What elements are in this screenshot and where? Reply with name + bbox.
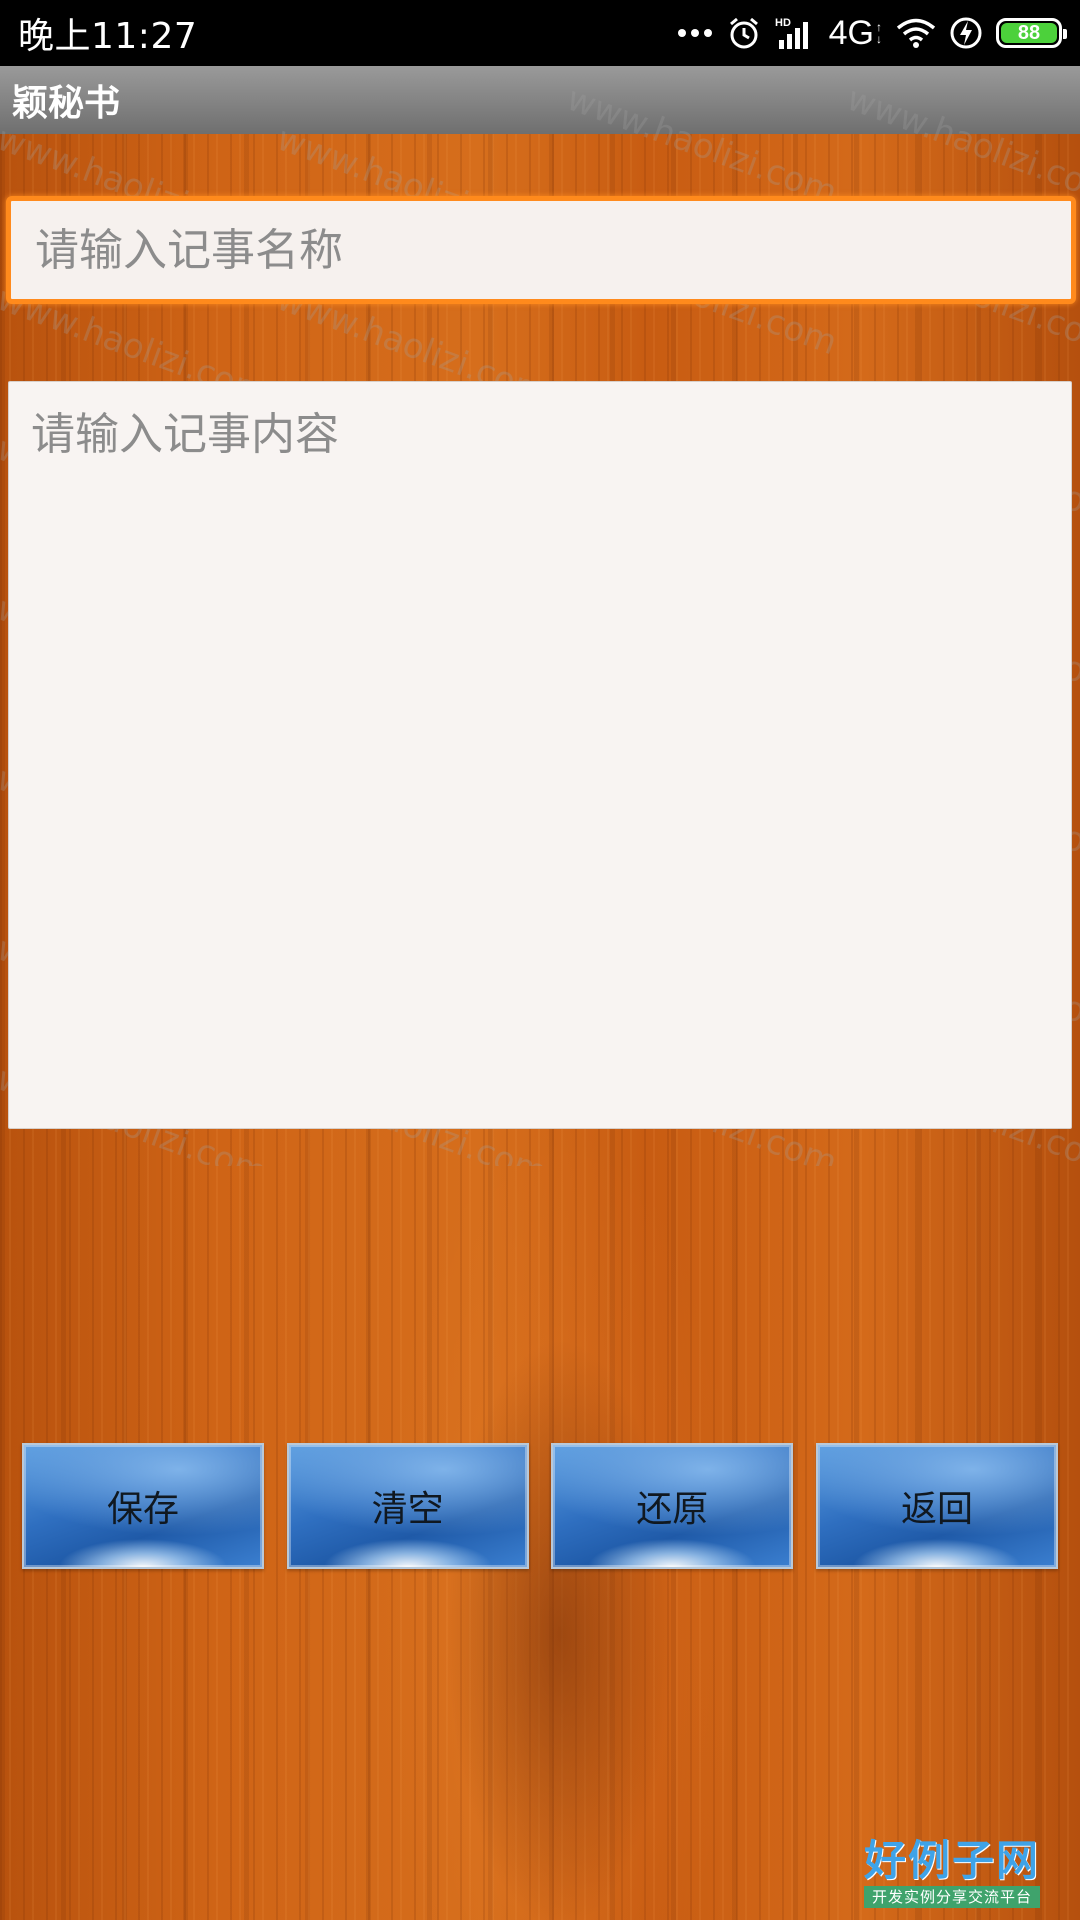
screen: 晚上11:27 HD 4G ↑ ↓ 88 颖秘书 www.haolizi.com… bbox=[0, 0, 1080, 1920]
svg-text:HD: HD bbox=[775, 17, 791, 29]
clear-button[interactable]: 清空 bbox=[286, 1443, 529, 1569]
data-arrows-icon: ↑ ↓ bbox=[876, 20, 882, 46]
restore-button[interactable]: 还原 bbox=[551, 1443, 794, 1569]
network-type: 4G ↑ ↓ bbox=[829, 14, 882, 53]
app-title: 颖秘书 bbox=[12, 83, 121, 124]
note-content-input[interactable] bbox=[8, 381, 1072, 1129]
logo-main-text: 好例子网 bbox=[864, 1836, 1041, 1885]
wifi-icon bbox=[896, 17, 936, 49]
charging-icon bbox=[950, 16, 982, 50]
app-bar: 颖秘书 bbox=[0, 66, 1080, 134]
save-button[interactable]: 保存 bbox=[22, 1443, 264, 1569]
alarm-icon bbox=[727, 16, 761, 50]
action-buttons: 保存 清空 还原 返回 bbox=[22, 1443, 1058, 1569]
battery-icon: 88 bbox=[996, 18, 1067, 48]
network-type-label: 4G bbox=[828, 13, 874, 52]
site-logo: 好例子网 开发实例分享交流平台 bbox=[864, 1838, 1040, 1910]
battery-level: 88 bbox=[1001, 22, 1057, 44]
signal-icon: HD bbox=[775, 16, 815, 50]
note-title-input[interactable] bbox=[6, 196, 1076, 304]
status-time: 晚上11:27 bbox=[18, 16, 198, 57]
logo-sub-text: 开发实例分享交流平台 bbox=[864, 1886, 1040, 1908]
status-icons: HD 4G ↑ ↓ 88 bbox=[677, 14, 1067, 53]
status-bar: 晚上11:27 HD 4G ↑ ↓ 88 bbox=[0, 0, 1080, 66]
more-dots-icon bbox=[677, 28, 713, 38]
back-button[interactable]: 返回 bbox=[815, 1443, 1058, 1569]
